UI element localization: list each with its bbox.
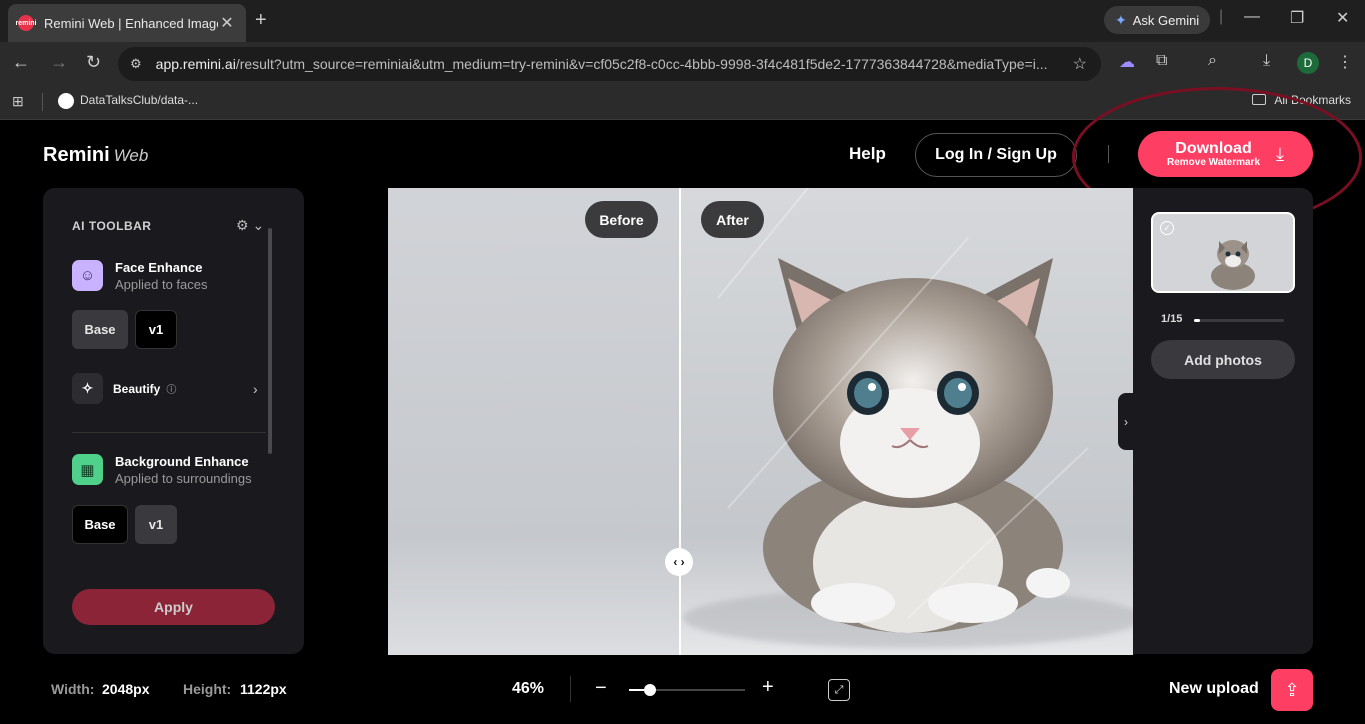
chevron-right-icon[interactable]: › [253,381,258,397]
upload-button[interactable]: ⇪ [1271,669,1313,711]
add-photos-button[interactable]: Add photos [1151,340,1295,379]
photos-sidebar: ✓ 1/15 Add photos [1133,188,1313,654]
login-signup-button[interactable]: Log In / Sign Up [915,133,1077,177]
minimize-icon[interactable]: — [1244,8,1260,26]
face-enhance-subtitle: Applied to faces [115,277,208,292]
background-enhance-title: Background Enhance [115,454,249,469]
compare-divider[interactable] [679,188,681,655]
divider [72,432,266,433]
url-text[interactable]: app.remini.ai/result?utm_source=reminiai… [156,56,1056,72]
photo-progress-bar [1194,319,1284,322]
browser-toolbar: ← → ↻ ⚙ app.remini.ai/result?utm_source=… [0,42,1365,84]
logo-sub: Web [113,146,149,165]
url-domain: app.remini.ai [155,56,236,72]
settings-gear-icon[interactable]: ⚙ ⌄ [236,217,264,234]
extension-gemini-icon[interactable]: ☁ [1119,52,1135,72]
panel-scrollbar[interactable] [268,228,272,454]
upload-icon: ⇪ [1284,679,1300,700]
ask-gemini-button[interactable]: ✦ Ask Gemini [1104,6,1211,34]
background-enhance-subtitle: Applied to surroundings [115,471,252,486]
compare-slider-handle[interactable]: ‹ › [665,548,693,576]
separator: | [1219,8,1224,25]
before-label: Before [585,201,658,238]
browser-tab-strip: remini Remini Web | Enhanced Image ✕ + ✦… [0,0,1365,42]
width-label: Width: [51,681,95,697]
beautify-feature[interactable]: ✧ Beautify ⓘ [72,373,176,404]
url-path: /result?utm_source=reminiai&utm_medium=t… [235,56,1048,72]
site-settings-icon[interactable]: ⚙ [130,56,142,72]
reload-icon[interactable]: ↻ [86,52,101,73]
help-link[interactable]: Help [849,144,886,164]
beautify-icon: ✧ [72,373,103,404]
downloads-icon[interactable]: ⤓ [1263,52,1270,70]
image-compare-canvas[interactable] [388,188,1133,655]
face-enhance-feature: ☺ Face Enhance Applied to faces [72,260,208,292]
forward-icon[interactable]: → [50,52,68,73]
ai-toolbar-title: AI TOOLBAR [72,219,152,233]
gemini-icon: ✦ [1115,11,1127,28]
tab-close-icon[interactable]: ✕ [218,13,236,33]
beautify-label: Beautify [113,381,161,396]
separator [42,93,43,111]
new-upload-label: New upload [1169,680,1259,697]
zoom-slider-thumb[interactable] [643,684,656,696]
width-value: 2048px [102,681,150,697]
menu-icon[interactable]: ⋮ [1337,52,1353,72]
background-v1-option[interactable]: v1 [135,505,177,544]
profile-avatar[interactable]: D [1297,52,1319,74]
info-icon[interactable]: ⓘ [166,381,176,396]
address-bar[interactable]: ⚙ app.remini.ai/result?utm_source=remini… [118,47,1101,81]
collapse-sidebar-button[interactable]: › [1118,393,1134,450]
zoom-in-icon[interactable]: + [762,676,774,699]
fit-screen-icon[interactable]: ⤢ [828,679,850,701]
restore-icon[interactable]: ❐ [1290,8,1304,28]
logo-text: Remini [43,144,110,166]
zoom-out-icon[interactable]: − [595,677,607,700]
back-icon[interactable]: ← [12,52,30,73]
ai-toolbar-panel: AI TOOLBAR ⚙ ⌄ ☺ Face Enhance Applied to… [43,188,304,654]
face-base-option[interactable]: Base [72,310,128,349]
photo-thumbnail[interactable]: ✓ [1151,212,1295,293]
zoom-percent: 46% [512,680,545,697]
height-value: 1122px [240,681,287,697]
new-tab-icon[interactable]: + [255,9,267,32]
apps-grid-icon[interactable]: ⊞ [12,93,24,110]
tab-title: Remini Web | Enhanced Image [44,15,218,31]
remini-logo[interactable]: Remini Web [43,144,148,167]
close-window-icon[interactable]: ✕ [1336,8,1349,28]
height-label: Height: [183,681,232,697]
face-v1-option[interactable]: v1 [135,310,177,349]
check-icon: ✓ [1160,221,1174,235]
building-icon: ▦ [72,454,103,485]
extensions-icon[interactable]: ⧉ [1156,52,1167,70]
background-base-option[interactable]: Base [72,505,128,544]
bookmark-star-icon[interactable]: ☆ [1073,54,1087,74]
kitten-head [773,258,1053,508]
ask-gemini-label: Ask Gemini [1132,12,1200,28]
tab-search-icon[interactable]: ⌕ [1208,52,1217,70]
browser-tab[interactable]: remini Remini Web | Enhanced Image ✕ [8,4,246,42]
github-icon [58,93,74,109]
kitten-image [388,188,1133,655]
kitten-thumbnail-image [1153,214,1293,291]
remini-favicon-icon: remini [16,15,37,31]
background-enhance-feature: ▦ Background Enhance Applied to surround… [72,454,252,486]
photo-counter: 1/15 [1161,313,1183,325]
face-icon: ☺ [72,260,103,291]
divider [570,676,571,702]
apply-button[interactable]: Apply [72,589,275,625]
progress-fill [1194,319,1201,322]
bookmark-datatalksclub[interactable]: DataTalksClub/data-... [80,93,198,107]
after-label: After [701,201,764,238]
face-enhance-title: Face Enhance [115,260,203,275]
